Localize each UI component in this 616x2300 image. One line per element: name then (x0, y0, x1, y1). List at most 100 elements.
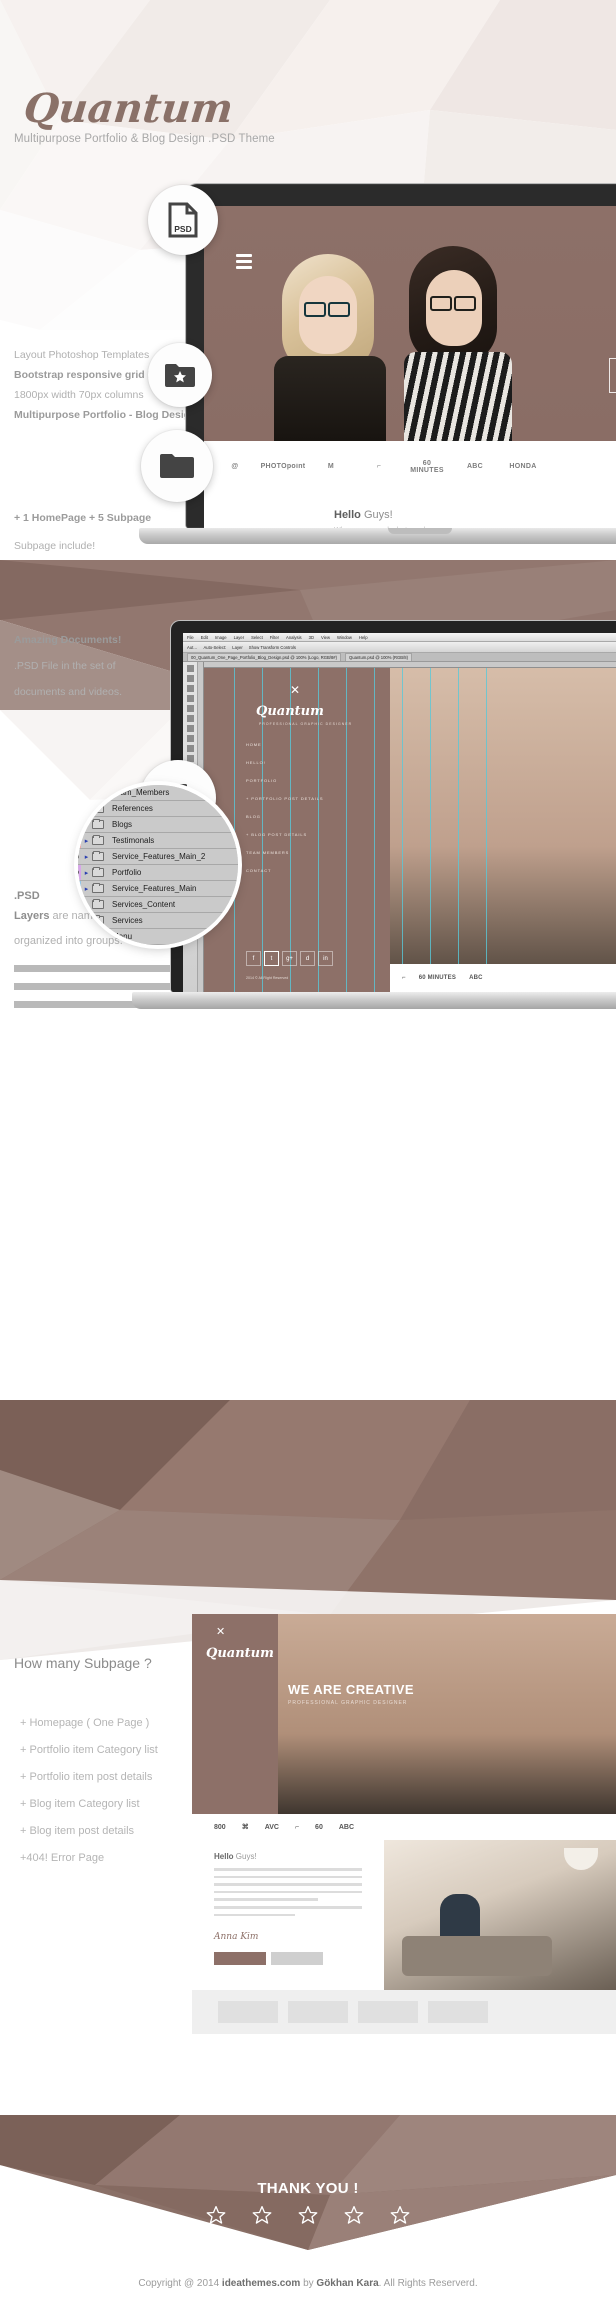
folder-icon (92, 802, 109, 813)
photoshop-canvas[interactable]: ✕ Quantum PROFESSIONAL GRAPHIC DESIGNER … (198, 662, 616, 992)
document-tab[interactable]: Quantum.psd @ 100% (RGB/8) (345, 653, 412, 661)
menu-item[interactable]: Window (337, 635, 352, 640)
nav-item[interactable]: CONTACT (246, 868, 324, 873)
menu-item[interactable]: Help (359, 635, 368, 640)
layer-expand-icon[interactable]: ▸ (81, 805, 92, 813)
lasso-tool-icon[interactable] (186, 685, 194, 692)
layer-row[interactable]: ▸ Portfolio (78, 865, 238, 881)
menu-item[interactable]: Edit (201, 635, 208, 640)
brand-logo: 800 (214, 1823, 226, 1831)
menu-item[interactable]: Select (251, 635, 263, 640)
option-item[interactable]: Show Transform Controls (249, 645, 296, 650)
layer-row[interactable]: ▸ Blogs (78, 817, 238, 833)
wand-tool-icon[interactable] (186, 695, 194, 702)
menu-item[interactable]: Image (215, 635, 227, 640)
layer-row[interactable]: Services (78, 913, 238, 929)
laptop-lid: WE ARE WE @ PHOTOpoint M ⌐ 60 MINUTES AB (185, 183, 616, 528)
brand-logo: ⌐ (294, 1823, 300, 1831)
psd-file-icon: PSD (168, 202, 198, 238)
star-outline-icon[interactable] (344, 2205, 364, 2225)
nav-item[interactable]: BLOG (246, 814, 324, 819)
brand-logo: AVC (264, 1823, 279, 1831)
layer-row[interactable]: ▸ Service_Features_Main_2 (78, 849, 238, 865)
option-item[interactable]: Aut… (187, 645, 197, 650)
layer-row[interactable]: ▸ Services_Content (78, 897, 238, 913)
crop-tool-icon[interactable] (186, 705, 194, 712)
eyeglasses-left (304, 302, 326, 317)
menu-item[interactable]: 3D (309, 635, 314, 640)
preview-headline: WE ARE CREATIVE (288, 1682, 414, 1697)
linkedin-icon[interactable]: in (318, 951, 333, 966)
healing-tool-icon[interactable] (186, 725, 194, 732)
folder-icon (92, 914, 109, 925)
brand-logo: Quantum (21, 85, 236, 132)
eye-icon[interactable] (78, 869, 79, 876)
layer-expand-icon[interactable]: ▸ (81, 853, 92, 861)
brand-logo: 60 MINUTES (418, 975, 457, 981)
star-rating[interactable] (0, 2205, 616, 2225)
google-plus-icon[interactable]: g+ (282, 951, 297, 966)
menu-item[interactable]: File (187, 635, 194, 640)
nav-item[interactable]: HELLO! (246, 760, 324, 765)
client-logo: ABC (466, 463, 484, 471)
sofa-shape (402, 1936, 552, 1976)
eye-icon[interactable] (78, 901, 79, 908)
star-outline-icon[interactable] (252, 2205, 272, 2225)
layer-row[interactable]: Team_Members (78, 785, 238, 801)
footer-placeholder (428, 2001, 488, 2023)
nav-item[interactable]: TEAM MEMBERS (246, 850, 324, 855)
option-item[interactable]: Layer (232, 645, 242, 650)
eye-icon[interactable] (78, 837, 79, 844)
hello-title: Hello Guys! (334, 509, 393, 521)
layer-row[interactable]: ▸ References (78, 801, 238, 817)
layer-expand-icon[interactable]: ▸ (81, 821, 92, 829)
layer-expand-icon[interactable]: ▸ (81, 901, 92, 909)
layer-row[interactable]: ▸ Testimonals (78, 833, 238, 849)
eyedropper-tool-icon[interactable] (186, 715, 194, 722)
eye-icon[interactable] (78, 853, 79, 860)
eye-icon[interactable] (78, 821, 79, 828)
stamp-tool-icon[interactable] (186, 745, 194, 752)
layer-expand-icon[interactable]: ▸ (81, 837, 92, 845)
nav-item[interactable]: PORTFOLIO (246, 778, 324, 783)
nav-item[interactable]: + PORTFOLIO POST DETAILS (246, 796, 324, 801)
layer-visibility-swatch[interactable] (78, 785, 81, 800)
marquee-tool-icon[interactable] (186, 675, 194, 682)
star-outline-icon[interactable] (298, 2205, 318, 2225)
twitter-icon[interactable]: t (264, 951, 279, 966)
menu-item[interactable]: Filter (270, 635, 279, 640)
laptop-base (139, 528, 616, 544)
svg-text:PSD: PSD (174, 224, 191, 234)
layer-row[interactable]: Menu (78, 929, 238, 945)
close-x-icon[interactable]: ✕ (290, 684, 300, 696)
layer-row[interactable]: ▸ Service_Features_Main (78, 881, 238, 897)
menu-item[interactable]: Analysis (286, 635, 302, 640)
brush-tool-icon[interactable] (186, 735, 194, 742)
document-tab[interactable]: 00_Quantum_One_Page_Portfolio_Blog_Desig… (187, 653, 342, 661)
dribbble-icon[interactable]: d (300, 951, 315, 966)
facebook-icon[interactable]: f (246, 951, 261, 966)
preview-hello-title: Hello Guys! (214, 1852, 257, 1861)
preview-button-primary[interactable] (214, 1952, 266, 1965)
nav-item[interactable]: HOME (246, 742, 324, 747)
menu-item[interactable]: View (321, 635, 330, 640)
hamburger-icon[interactable] (236, 254, 252, 272)
nav-item[interactable]: + BLOG POST DETAILS (246, 832, 324, 837)
star-outline-icon[interactable] (206, 2205, 226, 2225)
layer-expand-icon[interactable]: ▸ (81, 885, 92, 893)
layer-visibility-swatch[interactable] (78, 929, 81, 944)
menu-item[interactable]: Layer (234, 635, 244, 640)
star-outline-icon[interactable] (390, 2205, 410, 2225)
brand-logo: ⌘ (241, 1824, 249, 1831)
brand-tagline: Multipurpose Portfolio & Blog Design .PS… (14, 133, 275, 145)
layer-visibility-swatch[interactable] (78, 913, 81, 928)
copyright-mid: by (300, 2278, 317, 2289)
close-x-icon[interactable]: ✕ (216, 1627, 225, 1638)
layer-expand-icon[interactable]: ▸ (81, 869, 92, 877)
feature-block-pages: + 1 HomePage + 5 Subpage Subpage include… (14, 508, 151, 556)
design-document: ✕ Quantum PROFESSIONAL GRAPHIC DESIGNER … (204, 668, 616, 992)
eye-icon[interactable] (78, 885, 79, 892)
move-tool-icon[interactable] (186, 665, 194, 672)
preview-button-secondary[interactable] (271, 1952, 323, 1965)
option-item[interactable]: Auto-Select: (203, 645, 226, 650)
